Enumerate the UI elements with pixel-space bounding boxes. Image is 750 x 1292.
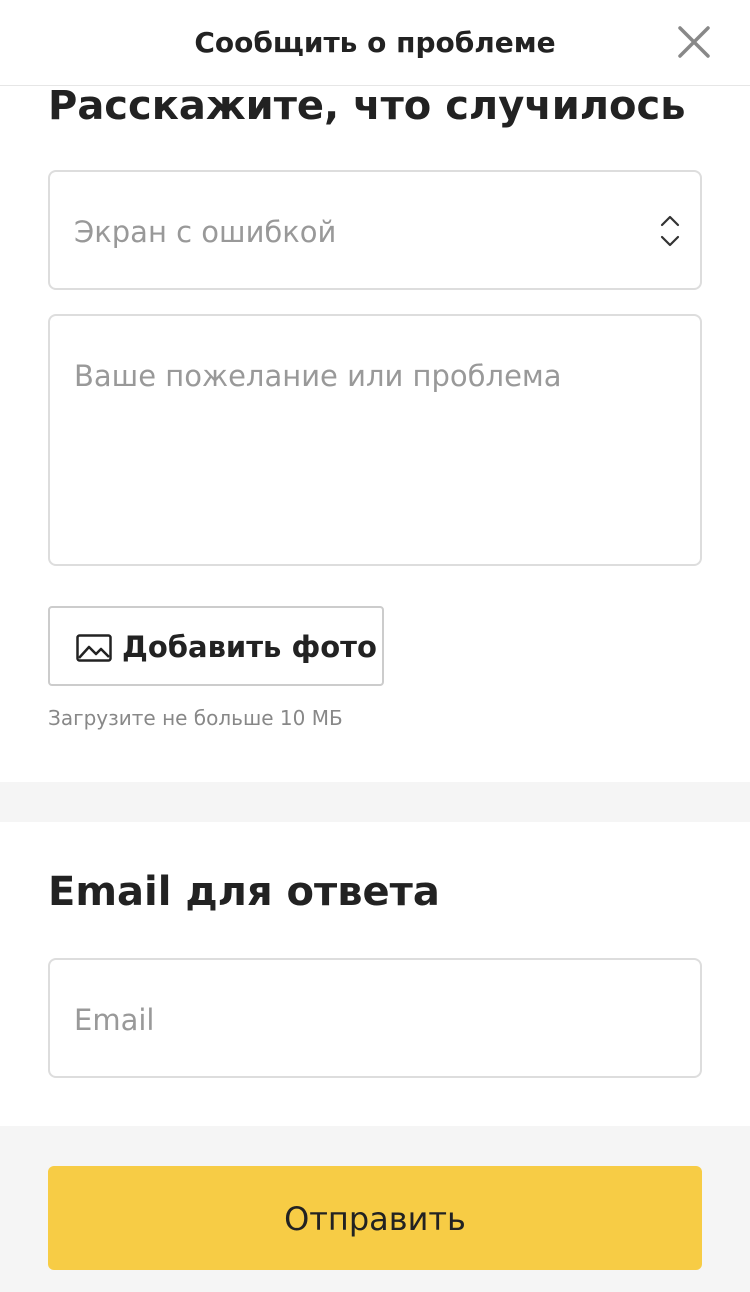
problem-section-title: Расскажите, что случилось: [48, 83, 686, 129]
submit-button[interactable]: Отправить: [48, 1166, 702, 1270]
description-placeholder: Ваше пожелание или проблема: [74, 359, 562, 393]
email-field[interactable]: Email: [48, 958, 702, 1078]
page-title: Сообщить о проблеме: [194, 26, 556, 59]
close-icon[interactable]: [672, 20, 716, 64]
section-divider: [0, 782, 750, 822]
add-photo-button[interactable]: Добавить фото: [48, 606, 384, 686]
chevron-up-down-icon: [660, 215, 680, 247]
close-button[interactable]: [672, 20, 716, 64]
email-placeholder: Email: [74, 1003, 155, 1037]
email-section-title: Email для ответа: [48, 869, 440, 915]
submit-label: Отправить: [284, 1200, 466, 1238]
image-icon: [76, 634, 112, 662]
header-bar: Сообщить о проблеме: [0, 0, 750, 86]
screen-select-placeholder: Экран с ошибкой: [74, 215, 337, 249]
screen-select[interactable]: Экран с ошибкой: [48, 170, 702, 290]
description-textarea[interactable]: Ваше пожелание или проблема: [48, 314, 702, 566]
upload-size-hint: Загрузите не больше 10 МБ: [48, 706, 343, 730]
add-photo-label: Добавить фото: [122, 630, 377, 664]
